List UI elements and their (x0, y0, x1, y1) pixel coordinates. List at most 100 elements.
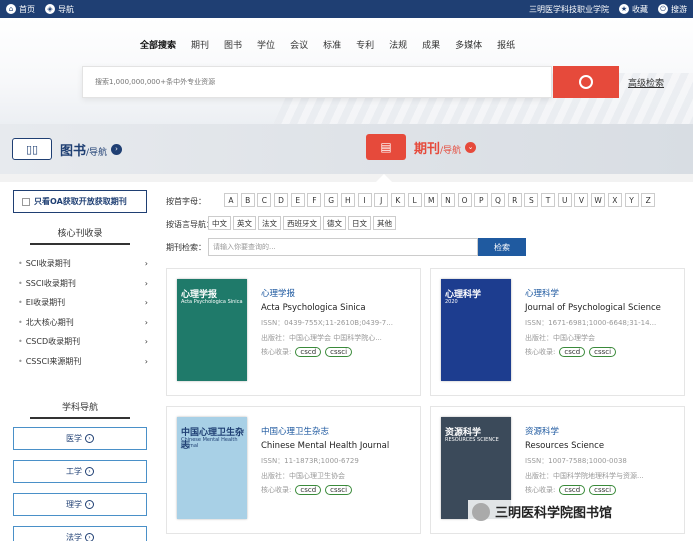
letter-button[interactable]: D (274, 193, 289, 207)
search-category[interactable]: 期刊 (191, 38, 209, 51)
journal-main: 按首字母： ABCDEFGHIJKLMNOPQRSTUVWXYZ 按语言导航： … (160, 182, 693, 541)
lang-button[interactable]: 德文 (323, 216, 346, 230)
bullet-icon: • (18, 259, 23, 269)
search-box (82, 66, 552, 98)
journal-title-cn[interactable]: 中国心理卫生杂志 (261, 425, 416, 437)
core-list-item[interactable]: • CSSCI来源期刊 › (18, 352, 148, 372)
journal-title-en: Resources Science (525, 441, 605, 451)
core-list-item[interactable]: • SSCI收录期刊 › (18, 274, 148, 294)
favorite-link[interactable]: ★ 收藏 (619, 4, 648, 15)
subject-label: 理学 (66, 500, 82, 509)
letter-button[interactable]: R (507, 193, 522, 207)
nav-link[interactable]: ◈ 导航 (45, 4, 74, 15)
subject-title: 学科导航 (0, 400, 160, 419)
lang-button[interactable]: 中文 (208, 216, 231, 230)
search-category[interactable]: 报纸 (497, 38, 515, 51)
core-list-item[interactable]: • EI收录期刊 › (18, 293, 148, 313)
logout-link[interactable]: ⏻ 搜游 (658, 4, 687, 15)
watermark: 三明医科学院图书馆 (468, 500, 617, 523)
search-category[interactable]: 全部搜索 (140, 38, 176, 51)
journal-cover[interactable]: 心理科学 2020 (441, 279, 511, 381)
core-list-item[interactable]: • 北大核心期刊 › (18, 313, 148, 333)
journal-nav[interactable]: ▤ 期刊/导航 ⌄ (366, 134, 477, 160)
letter-button[interactable]: P (474, 193, 489, 207)
journal-title-cn[interactable]: 心理科学 (525, 287, 680, 299)
nav-label: 导航 (58, 4, 74, 14)
core-item-label: CSSCI来源期刊 (25, 356, 82, 366)
letter-button[interactable]: Q (491, 193, 505, 207)
core-list-item[interactable]: • CSCD收录期刊 › (18, 332, 148, 352)
search-category[interactable]: 学位 (257, 38, 275, 51)
letter-button[interactable]: A (224, 193, 238, 207)
book-nav[interactable]: ▯▯ 图书/导航 › (12, 138, 123, 160)
letter-button[interactable]: T (541, 193, 556, 207)
search-category[interactable]: 成果 (422, 38, 440, 51)
letter-button[interactable]: L (407, 193, 422, 207)
search-category[interactable]: 法规 (389, 38, 407, 51)
journal-search-input[interactable]: 请输入你要查询的... (208, 238, 478, 256)
journal-card[interactable]: 心理学报 Acta Psychologica Sinica 心理学报 Acta Psy… (166, 268, 421, 396)
search-category[interactable]: 标准 (323, 38, 341, 51)
core-tag: cscd (295, 485, 322, 495)
letter-button[interactable]: F (307, 193, 322, 207)
letter-button[interactable]: N (440, 193, 455, 207)
journal-search-button[interactable]: 检索 (478, 238, 526, 256)
letter-button[interactable]: U (557, 193, 572, 207)
journal-title-cn[interactable]: 资源科学 (525, 425, 680, 437)
oa-filter-button[interactable]: 只看OA获取开放获取期刊 (13, 190, 147, 213)
lang-button[interactable]: 西班牙文 (283, 216, 321, 230)
letter-button[interactable]: W (591, 193, 606, 207)
subject-button[interactable]: 理学 › (13, 493, 147, 516)
compass-icon: ◈ (45, 4, 55, 14)
advanced-search-link[interactable]: 高级检索 (628, 76, 664, 89)
journal-issn: ISSN：1671-6981;1000-6648;31-14... (525, 319, 657, 327)
lang-button[interactable]: 法文 (258, 216, 281, 230)
journal-nav-title: 期刊 (414, 141, 441, 157)
search-category[interactable]: 多媒体 (455, 38, 482, 51)
letter-button[interactable]: G (324, 193, 339, 207)
letter-button[interactable]: K (390, 193, 405, 207)
core-item-label: 北大核心期刊 (25, 317, 74, 327)
journal-title-en: Chinese Mental Health Journal (261, 441, 390, 451)
journal-cover[interactable]: 心理学报 Acta Psychologica Sinica (177, 279, 247, 381)
home-link[interactable]: ⌂ 首页 (6, 4, 35, 15)
chevron-right-icon: › (144, 317, 148, 327)
letter-button[interactable]: B (240, 193, 255, 207)
letter-button[interactable]: Y (624, 193, 639, 207)
subject-label: 医学 (66, 434, 82, 443)
letter-button[interactable]: S (524, 193, 539, 207)
chevron-right-icon: › (85, 533, 94, 541)
lang-label: 按语言导航： (166, 220, 214, 229)
search-category[interactable]: 图书 (224, 38, 242, 51)
subject-button[interactable]: 法学 › (13, 526, 147, 541)
search-button[interactable] (553, 66, 619, 98)
lang-button[interactable]: 其他 (373, 216, 396, 230)
core-tag: cscd (559, 485, 586, 495)
journal-card[interactable]: 中国心理卫生杂志 Chinese Mental Health Journal 中国心… (166, 406, 421, 534)
subject-button[interactable]: 工学 › (13, 460, 147, 483)
journal-title-cn[interactable]: 心理学报 (261, 287, 416, 299)
search-category[interactable]: 会议 (290, 38, 308, 51)
chevron-right-icon: › (85, 434, 94, 443)
letter-button[interactable]: V (574, 193, 589, 207)
search-input[interactable] (83, 67, 551, 97)
letter-button[interactable]: E (290, 193, 305, 207)
search-category[interactable]: 专利 (356, 38, 374, 51)
journal-cover[interactable]: 中国心理卫生杂志 Chinese Mental Health Journal (177, 417, 247, 519)
letter-button[interactable]: X (607, 193, 622, 207)
letter-button[interactable]: O (457, 193, 472, 207)
lang-button[interactable]: 日文 (348, 216, 371, 230)
journal-card[interactable]: 心理科学 2020 心理科学 Journal of Psychological Sci… (430, 268, 685, 396)
core-list-item[interactable]: • SCI收录期刊 › (18, 254, 148, 274)
sidebar: 只看OA获取开放获取期刊 核心刊收录 • SCI收录期刊 › • SSCI收录期刊 › • E… (0, 182, 160, 541)
chevron-right-icon: › (144, 337, 148, 347)
nav-strip: ▯▯ 图书/导航 › ▤ 期刊/导航 ⌄ (0, 124, 693, 174)
letter-button[interactable]: J (374, 193, 389, 207)
letter-button[interactable]: Z (641, 193, 656, 207)
letter-button[interactable]: C (257, 193, 272, 207)
letter-button[interactable]: H (340, 193, 355, 207)
lang-button[interactable]: 英文 (233, 216, 256, 230)
subject-button[interactable]: 医学 › (13, 427, 147, 450)
letter-button[interactable]: I (357, 193, 372, 207)
letter-button[interactable]: M (424, 193, 439, 207)
